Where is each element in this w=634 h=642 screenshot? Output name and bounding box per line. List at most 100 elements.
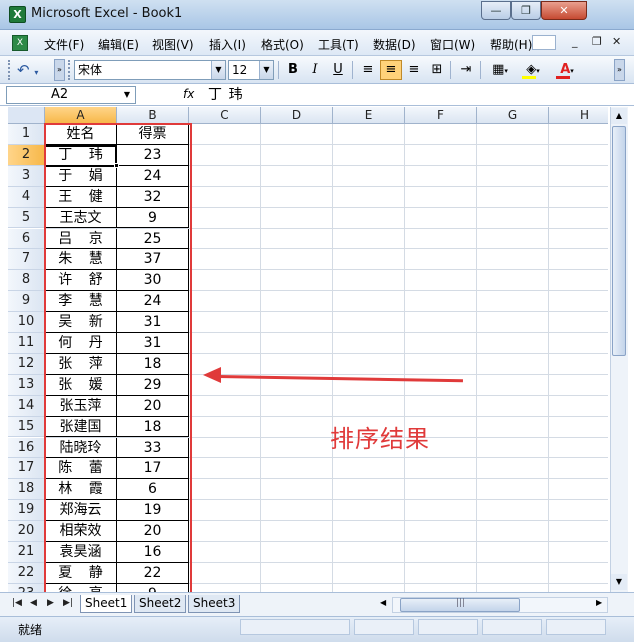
- scroll-grip-icon: |||: [456, 598, 466, 608]
- status-panel: [354, 619, 414, 635]
- indent-button[interactable]: ⇥: [455, 60, 477, 80]
- tab-scroll-button[interactable]: ▶|: [63, 598, 73, 608]
- column-header[interactable]: A: [45, 107, 117, 124]
- minimize-button[interactable]: —: [481, 1, 511, 20]
- sheet-tab-sheet2[interactable]: Sheet2: [134, 595, 187, 613]
- font-name-select[interactable]: 宋体 ▼: [74, 60, 226, 80]
- row-header[interactable]: 20: [8, 521, 45, 542]
- doc-restore-button[interactable]: ❐: [592, 35, 602, 48]
- menu-item[interactable]: 窗口(W): [430, 36, 475, 53]
- menu-item[interactable]: 工具(T): [318, 36, 359, 53]
- row-header[interactable]: 19: [8, 500, 45, 522]
- fill-color-button[interactable]: ◈▾: [518, 60, 548, 80]
- worksheet-grid[interactable]: ABCDEFGH 1 2 3 4 5 6 7 8 9 10 11 12 13 14 15 16 17 18 19 20…: [8, 107, 608, 592]
- select-all-corner[interactable]: [8, 107, 45, 124]
- status-panel: [482, 619, 542, 635]
- window-title: Microsoft Excel - Book1: [31, 6, 183, 21]
- toolbar-separator: [480, 61, 481, 79]
- row-header[interactable]: 15: [8, 416, 45, 438]
- sheet-tab-sheet1[interactable]: Sheet1: [80, 595, 133, 613]
- underline-button[interactable]: U: [327, 60, 349, 80]
- menu-item[interactable]: 编辑(E): [98, 36, 139, 53]
- chevron-down-icon[interactable]: ▼: [120, 87, 134, 103]
- row-header[interactable]: 1: [8, 124, 45, 145]
- column-header[interactable]: E: [333, 107, 405, 124]
- insert-function-icon[interactable]: fx: [183, 87, 194, 101]
- highlight-box: [44, 123, 192, 592]
- row-header[interactable]: 17: [8, 458, 45, 480]
- merge-cells-icon: ⊞: [431, 62, 443, 77]
- toolbar-separator: [278, 61, 279, 79]
- row-header[interactable]: 9: [8, 291, 45, 313]
- column-header[interactable]: D: [261, 107, 333, 124]
- sheet-tab-sheet3[interactable]: Sheet3: [188, 595, 241, 613]
- row-header[interactable]: 4: [8, 186, 45, 208]
- vertical-scroll-thumb[interactable]: [612, 126, 626, 356]
- font-color-button[interactable]: A▾: [552, 60, 582, 80]
- toolbar-options-button[interactable]: »: [54, 59, 65, 81]
- column-header[interactable]: F: [405, 107, 477, 124]
- tab-scroll-button[interactable]: ▶: [47, 598, 54, 608]
- borders-button[interactable]: ▦▾: [485, 60, 515, 80]
- row-header[interactable]: 18: [8, 479, 45, 501]
- italic-button[interactable]: I: [304, 60, 326, 80]
- doc-minimize-button[interactable]: _: [572, 35, 578, 48]
- toolbar-grip[interactable]: [68, 60, 72, 80]
- row-header[interactable]: 2: [8, 144, 45, 166]
- row-header[interactable]: 23: [8, 583, 45, 592]
- sort-result-annotation: 排序结果: [330, 425, 430, 453]
- doc-close-button[interactable]: ✕: [612, 35, 621, 48]
- column-header[interactable]: B: [117, 107, 189, 124]
- row-header[interactable]: 7: [8, 249, 45, 271]
- close-button[interactable]: ✕: [541, 1, 587, 20]
- row-header[interactable]: 5: [8, 207, 45, 229]
- menu-item[interactable]: 格式(O): [261, 36, 304, 53]
- workbook-icon[interactable]: X: [12, 35, 28, 51]
- toolbar-grip[interactable]: [8, 60, 12, 80]
- bold-button[interactable]: B: [282, 60, 304, 80]
- tab-scroll-button[interactable]: ◀: [30, 598, 37, 608]
- status-panel: [546, 619, 606, 635]
- name-box[interactable]: A2: [6, 86, 136, 104]
- row-header[interactable]: 13: [8, 374, 45, 396]
- formula-input[interactable]: 丁 玮: [200, 86, 628, 104]
- tab-scroll-button[interactable]: |◀: [12, 598, 22, 608]
- row-header[interactable]: 14: [8, 395, 45, 417]
- row-header[interactable]: 16: [8, 437, 45, 459]
- row-header[interactable]: 8: [8, 270, 45, 292]
- maximize-button[interactable]: ❐: [511, 1, 541, 20]
- paint-bucket-icon: ◈: [526, 62, 537, 77]
- excel-app-icon[interactable]: X: [9, 6, 26, 23]
- scroll-down-arrow[interactable]: ▼: [611, 574, 627, 590]
- row-header[interactable]: 3: [8, 165, 45, 187]
- column-header[interactable]: H: [549, 107, 608, 124]
- row-header[interactable]: 10: [8, 312, 45, 333]
- undo-button[interactable]: ↶ ▾: [17, 60, 51, 80]
- toolbar-options-button[interactable]: »: [614, 59, 625, 81]
- row-header[interactable]: 6: [8, 228, 45, 250]
- status-panel: [240, 619, 350, 635]
- undo-icon: ↶: [17, 61, 30, 79]
- font-size-select[interactable]: 12 ▼: [228, 60, 274, 80]
- merge-center-button[interactable]: ⊞: [426, 60, 448, 80]
- row-header[interactable]: 12: [8, 353, 45, 375]
- menu-item[interactable]: 视图(V): [152, 36, 194, 53]
- menu-item[interactable]: 插入(I): [209, 36, 246, 53]
- column-header[interactable]: G: [477, 107, 549, 124]
- menu-item[interactable]: 数据(D): [373, 36, 416, 53]
- align-left-button[interactable]: ≡: [357, 60, 379, 80]
- row-header[interactable]: 11: [8, 333, 45, 354]
- help-search-box[interactable]: [532, 35, 556, 50]
- column-header[interactable]: C: [189, 107, 261, 124]
- scroll-up-arrow[interactable]: ▲: [611, 108, 627, 124]
- menu-item[interactable]: 帮助(H): [490, 36, 532, 53]
- scroll-right-arrow[interactable]: ▶: [596, 598, 602, 607]
- scroll-left-arrow[interactable]: ◀: [380, 598, 386, 607]
- chevron-down-icon: ▼: [259, 61, 273, 79]
- menu-item[interactable]: 文件(F): [44, 36, 84, 53]
- align-center-button[interactable]: ≡: [380, 60, 402, 80]
- row-header[interactable]: 21: [8, 542, 45, 563]
- row-header[interactable]: 22: [8, 562, 45, 584]
- align-right-icon: ≡: [408, 62, 420, 77]
- align-right-button[interactable]: ≡: [403, 60, 425, 80]
